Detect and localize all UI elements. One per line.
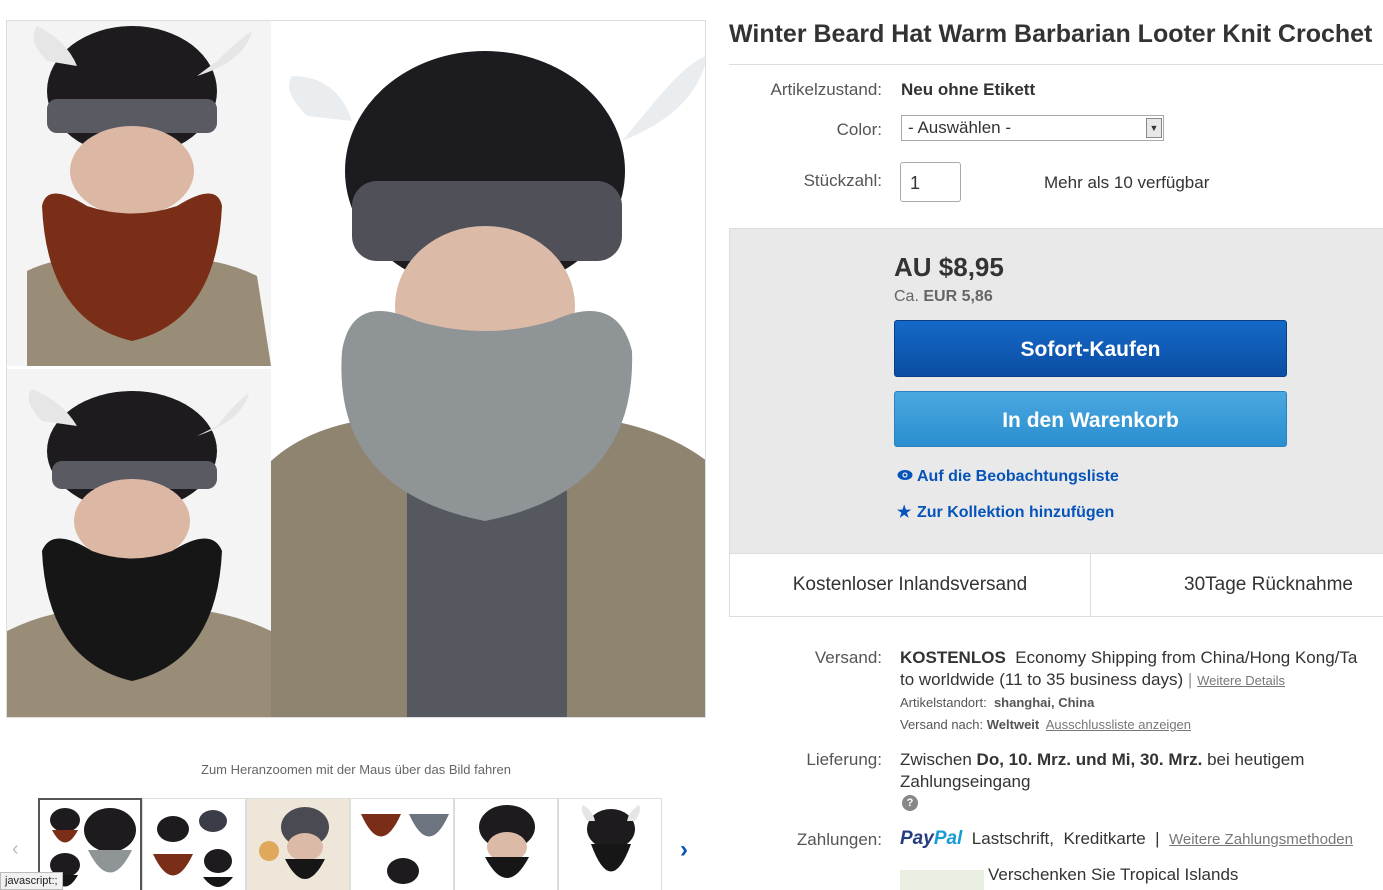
delivery-date-2: Mi, 30. Mrz.: [1111, 750, 1203, 769]
main-product-image[interactable]: [6, 20, 706, 718]
color-label: Color:: [836, 120, 882, 139]
feature-returns: 30Tage Rücknahme: [1184, 574, 1353, 595]
title-divider: [729, 64, 1383, 65]
photo-brown-beard: [7, 21, 271, 366]
more-payment-methods-link[interactable]: Weitere Zahlungsmethoden: [1169, 831, 1353, 848]
info-icon[interactable]: ?: [902, 795, 918, 811]
thumbnail-6[interactable]: [558, 798, 662, 890]
chevron-right-icon[interactable]: ›: [680, 836, 688, 864]
thumbnail-4[interactable]: [350, 798, 454, 890]
shipping-label: Versand:: [814, 648, 882, 667]
collection-label: Zur Kollektion hinzufügen: [917, 504, 1115, 521]
thumbnail-image: [455, 799, 557, 890]
payments-label: Zahlungen:: [796, 830, 882, 849]
thumbnail-image: [559, 799, 661, 890]
browser-status-bar: javascript:;: [0, 872, 63, 890]
gift-image: [900, 870, 984, 890]
thumbnail-strip: [38, 798, 662, 890]
payment-method-kreditkarte: Kreditkarte: [1063, 829, 1146, 848]
dropdown-arrow-icon[interactable]: ▼: [1146, 118, 1162, 138]
more-details-link[interactable]: Weitere Details: [1197, 673, 1285, 688]
payment-method-lastschrift: Lastschrift,: [971, 829, 1054, 848]
product-photo-collage: [7, 21, 705, 717]
payment-methods: PayPal Lastschrift, Kreditkarte | Weiter…: [900, 828, 1383, 850]
shipping-line-2: to worldwide (11 to 35 business days) | …: [900, 670, 1285, 690]
shipping-service: Economy Shipping from China/Hong Kong/Ta: [1015, 648, 1358, 667]
price: AU $8,95: [894, 252, 1004, 282]
delivery-prefix: Zwischen: [900, 750, 972, 769]
quantity-available: Mehr als 10 verfügbar: [1044, 173, 1210, 192]
thumbnail-2[interactable]: [142, 798, 246, 890]
collection-link[interactable]: ★ Zur Kollektion hinzufügen: [897, 502, 1114, 522]
delivery-date-1: Do, 10. Mrz.: [976, 750, 1072, 769]
delivery-label: Lieferung:: [806, 750, 882, 769]
thumbnail-5[interactable]: [454, 798, 558, 890]
quantity-input[interactable]: 1: [900, 162, 961, 202]
add-to-cart-button[interactable]: In den Warenkorb: [894, 391, 1287, 447]
paypal-logo: PayPal: [900, 828, 963, 849]
photo-grey-beard: [271, 21, 705, 717]
thumbnail-image: [351, 799, 453, 890]
payment-separator: |: [1155, 829, 1160, 848]
delivery-and: und: [1075, 750, 1107, 769]
color-select-value: - Auswählen -: [908, 118, 1011, 137]
shipping-line: KOSTENLOS Economy Shipping from China/Ho…: [900, 648, 1383, 668]
product-title: Winter Beard Hat Warm Barbarian Looter K…: [729, 20, 1373, 48]
star-icon: ★: [897, 504, 912, 521]
item-location-value: shanghai, China: [993, 695, 1095, 710]
condition-label: Artikelzustand:: [770, 80, 883, 99]
buy-now-button[interactable]: Sofort-Kaufen: [894, 320, 1287, 377]
zoom-hint: Zum Heranzoomen mit der Maus über das Bi…: [201, 762, 511, 777]
feature-free-shipping: Kostenloser Inlandsversand: [730, 554, 1091, 616]
gift-text[interactable]: Verschenken Sie Tropical Islands: [988, 865, 1238, 885]
price-converted-value: EUR 5,86: [923, 288, 993, 305]
color-select[interactable]: - Auswählen - ▼: [901, 115, 1164, 141]
ships-to-label: Versand nach:: [900, 717, 984, 732]
photo-black-beard: [7, 369, 271, 717]
shipping-service-line2: to worldwide (11 to 35 business days): [900, 670, 1184, 689]
price-converted-prefix: Ca.: [894, 288, 919, 305]
shipping-free: KOSTENLOS: [900, 648, 1006, 667]
thumbnail-image: [143, 799, 245, 890]
delivery-suffix: bei heutigem: [1207, 750, 1305, 769]
watchlist-label: Auf die Beobachtungsliste: [917, 468, 1119, 485]
ships-to-value: Weltweit: [986, 717, 1040, 732]
thumbnail-3[interactable]: [246, 798, 350, 890]
ships-to: Versand nach: Weltweit Ausschlussliste a…: [900, 717, 1191, 732]
feature-bar: Kostenloser Inlandsversand 30Tage Rückna…: [729, 553, 1383, 617]
chevron-left-icon[interactable]: ‹: [12, 838, 19, 861]
item-location: Artikelstandort: shanghai, China: [900, 695, 1094, 710]
thumbnail-image: [247, 799, 349, 890]
delivery-line: Zwischen Do, 10. Mrz. und Mi, 30. Mrz. b…: [900, 750, 1304, 770]
shipping-separator: |: [1187, 670, 1193, 689]
watchlist-link[interactable]: Auf die Beobachtungsliste: [897, 468, 1119, 486]
exclusions-link[interactable]: Ausschlussliste anzeigen: [1046, 717, 1191, 732]
item-location-label: Artikelstandort:: [900, 695, 987, 710]
price-converted: Ca. EUR 5,86: [894, 288, 993, 306]
condition-value: Neu ohne Etikett: [901, 80, 1036, 99]
quantity-label: Stückzahl:: [803, 171, 882, 190]
delivery-line-2: Zahlungseingang: [900, 772, 1031, 791]
eye-icon: [897, 468, 917, 486]
